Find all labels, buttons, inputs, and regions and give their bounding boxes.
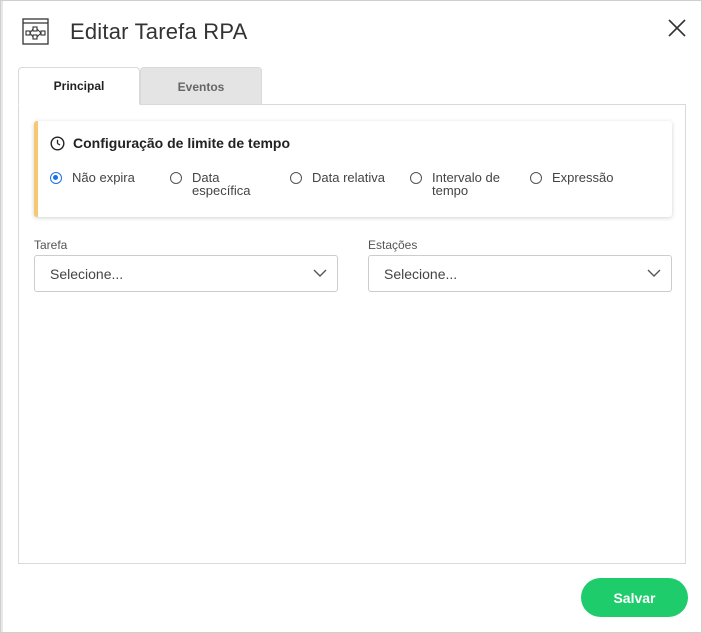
radio-label: Não expira	[72, 170, 135, 185]
radio-intervalo-de-tempo[interactable]: Intervalo de tempo	[410, 171, 512, 197]
timeout-config-card: Configuração de limite de tempo Não expi…	[34, 121, 672, 217]
rpa-workflow-icon	[22, 18, 49, 45]
clock-icon	[50, 135, 65, 151]
radio-label: Intervalo de tempo	[432, 170, 500, 198]
edit-rpa-task-dialog: Editar Tarefa RPA Principal Eventos Conf…	[0, 0, 702, 633]
tab-principal[interactable]: Principal	[18, 67, 140, 105]
close-icon[interactable]	[665, 16, 689, 40]
radio-button[interactable]	[290, 172, 302, 184]
timeout-title: Configuração de limite de tempo	[73, 135, 291, 151]
radio-label: Expressão	[552, 170, 614, 185]
radio-nao-expira[interactable]: Não expira	[50, 171, 146, 184]
tab-eventos[interactable]: Eventos	[140, 67, 262, 105]
radio-button[interactable]	[410, 172, 422, 184]
background-window-edge	[1, 1, 3, 632]
chevron-down-icon	[313, 269, 327, 277]
radio-label: Data específica	[192, 170, 251, 198]
chevron-down-icon	[647, 269, 661, 277]
tab-panel-principal: Configuração de limite de tempo Não expi…	[18, 104, 686, 564]
estacoes-label: Estações	[368, 238, 418, 252]
radio-button[interactable]	[530, 172, 542, 184]
tarefa-label: Tarefa	[34, 238, 68, 252]
timeout-options: Não expira Data específica Data relativa…	[50, 171, 670, 211]
radio-expressao[interactable]: Expressão	[530, 171, 632, 184]
estacoes-select-value: Selecione...	[384, 266, 458, 282]
radio-label: Data relativa	[312, 170, 385, 185]
radio-button[interactable]	[170, 172, 182, 184]
save-button[interactable]: Salvar	[581, 578, 688, 617]
tab-bar: Principal Eventos	[18, 67, 262, 105]
radio-button-checked[interactable]	[50, 172, 62, 184]
dialog-title: Editar Tarefa RPA	[70, 19, 248, 44]
timeout-title-row: Configuração de limite de tempo	[50, 135, 290, 151]
radio-data-especifica[interactable]: Data específica	[170, 171, 262, 197]
radio-data-relativa[interactable]: Data relativa	[290, 171, 402, 184]
tarefa-select[interactable]: Selecione...	[34, 255, 338, 292]
dialog-header: Editar Tarefa RPA	[1, 1, 701, 63]
tarefa-select-value: Selecione...	[50, 266, 124, 282]
estacoes-select[interactable]: Selecione...	[368, 255, 672, 292]
